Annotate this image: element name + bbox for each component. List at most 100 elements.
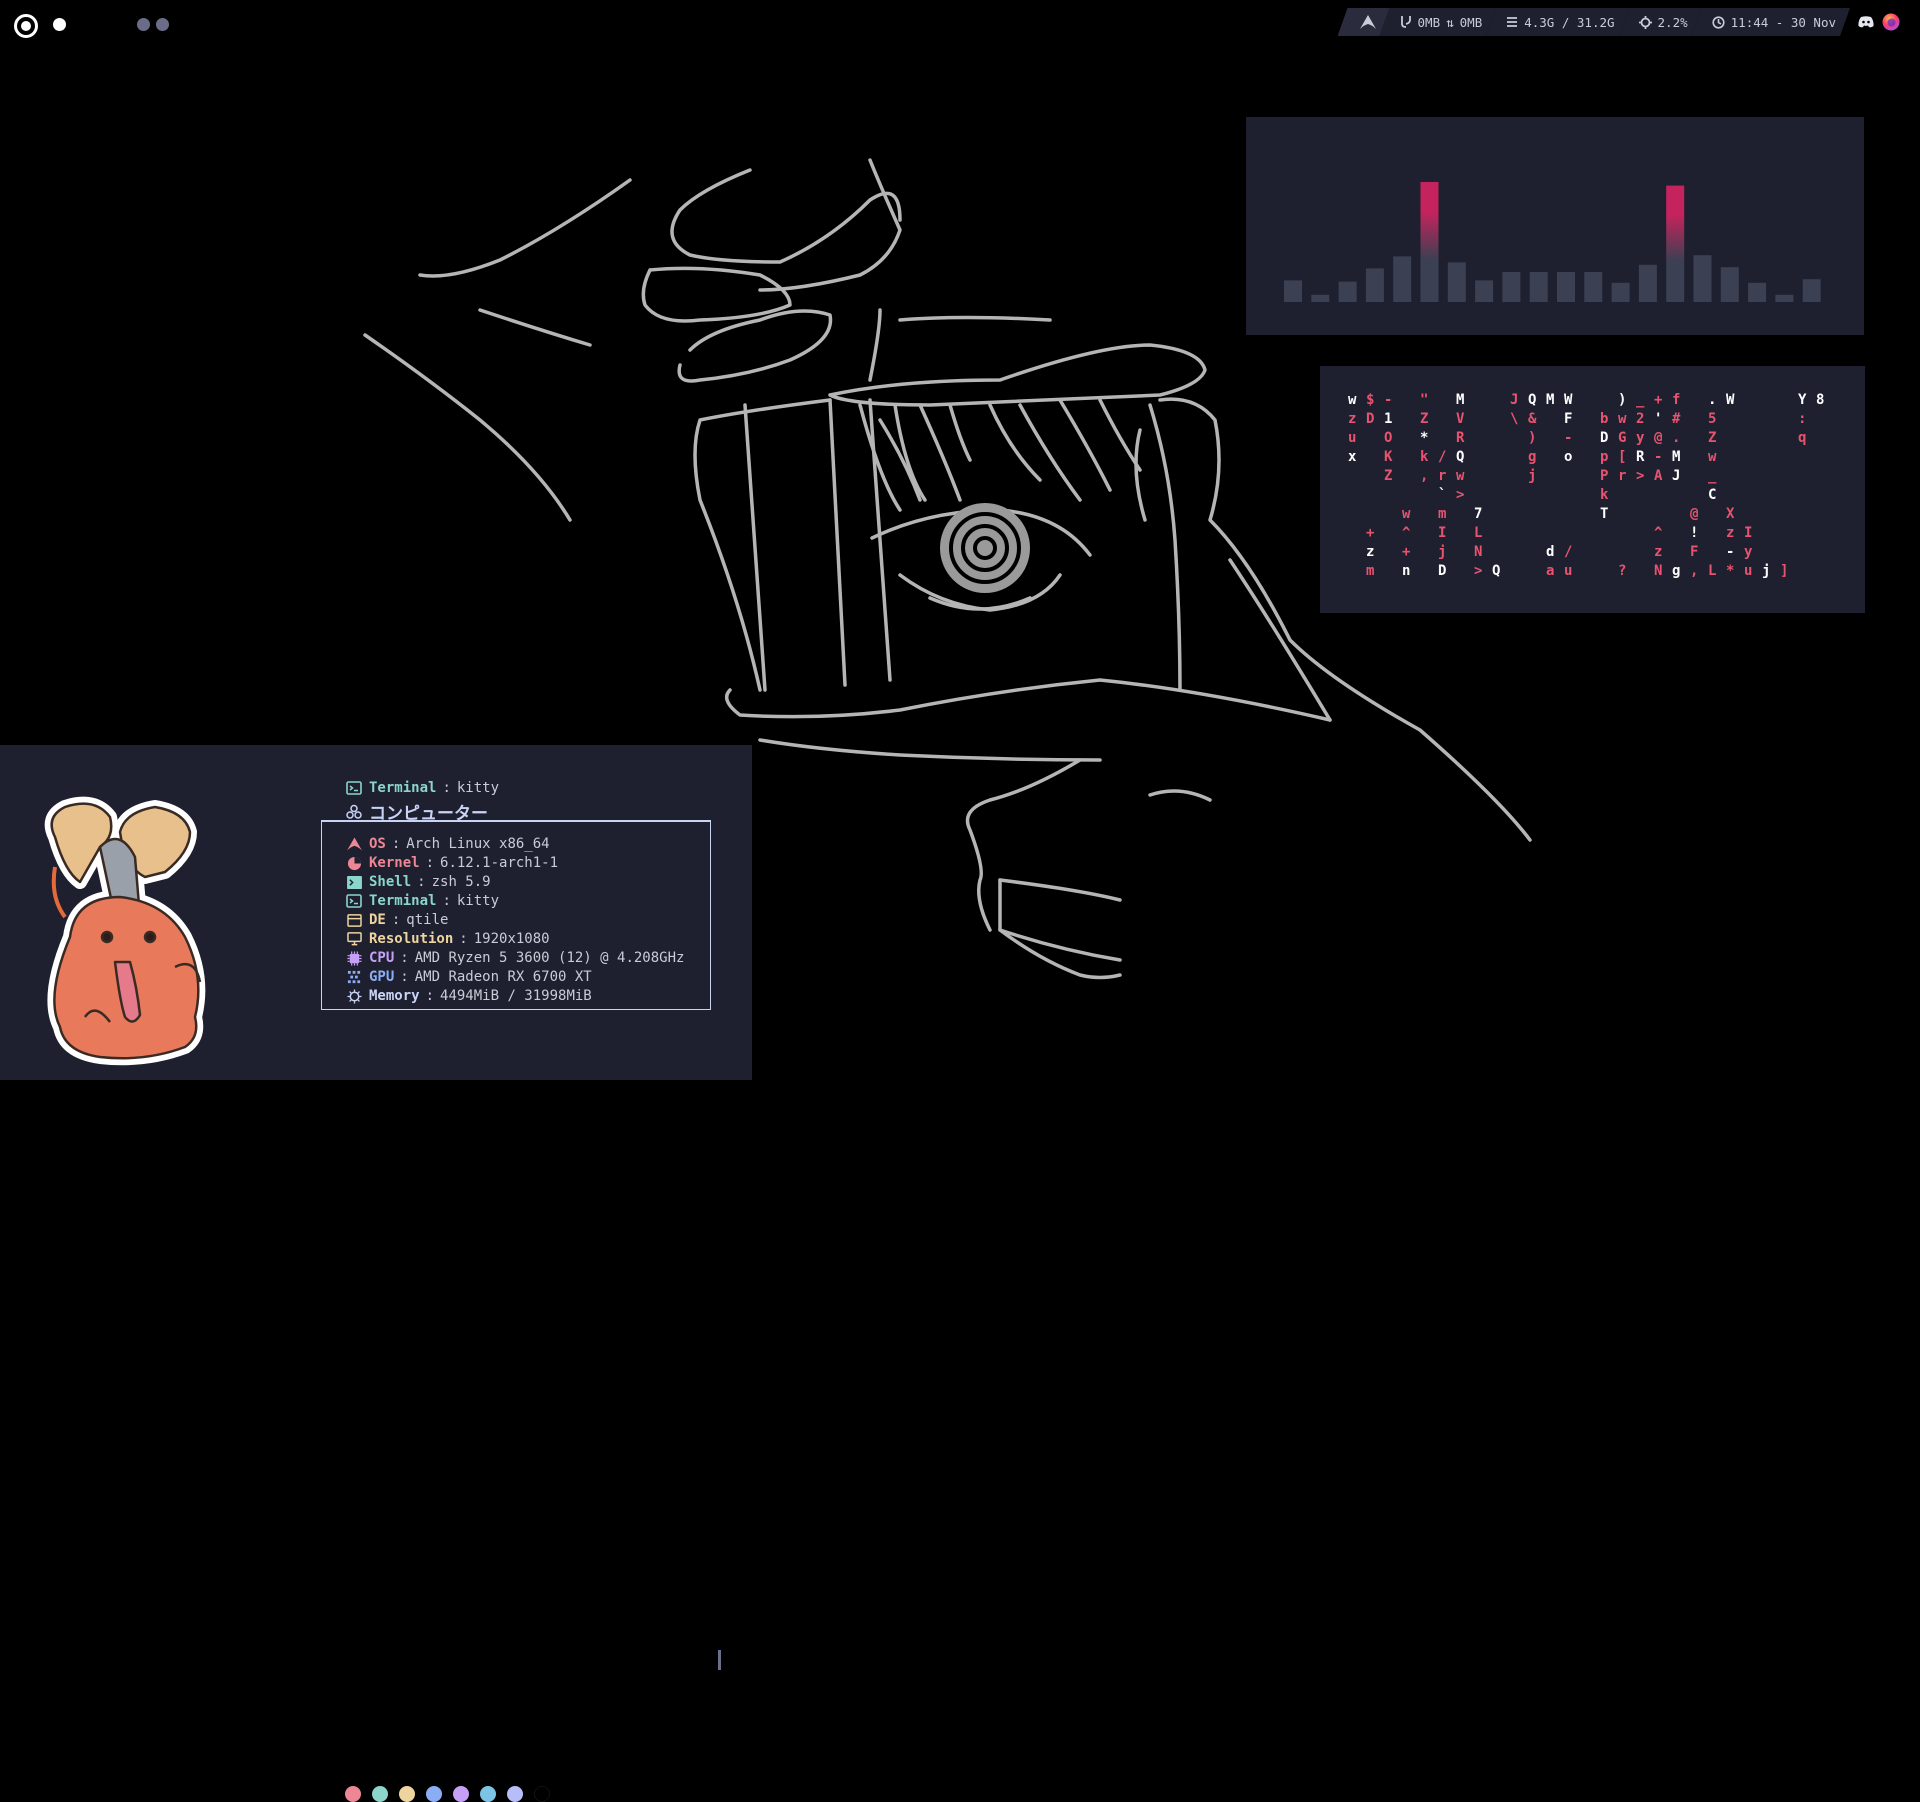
color-swatch: [399, 1786, 415, 1802]
network-icon: [1400, 15, 1412, 29]
matrix-char: ): [1528, 430, 1537, 446]
matrix-char: G: [1618, 430, 1627, 446]
matrix-char: ": [1420, 392, 1429, 408]
matrix-char: k: [1420, 449, 1429, 465]
clock-segment[interactable]: 11:44 - 30 Nov: [1692, 8, 1850, 36]
matrix-char: M: [1546, 392, 1555, 408]
matrix-char: p: [1600, 449, 1609, 465]
fetch-header-terminal: Terminal : kitty: [345, 780, 499, 796]
matrix-char: g: [1672, 563, 1681, 579]
visualizer-bar: [1311, 294, 1330, 302]
matrix-char: u: [1564, 563, 1573, 579]
matrix-char: g: [1528, 449, 1537, 465]
visualizer-bar: [1638, 264, 1657, 302]
matrix-char: O: [1384, 430, 1393, 446]
matrix-char: w: [1618, 411, 1627, 427]
matrix-char: +: [1654, 392, 1663, 408]
matrix-char: R: [1636, 449, 1645, 465]
matrix-char: 2: [1636, 411, 1645, 427]
matrix-char: n: [1402, 563, 1411, 579]
visualizer-bar: [1365, 268, 1384, 302]
matrix-char: w: [1348, 392, 1357, 408]
visualizer-bar: [1284, 280, 1302, 302]
matrix-char: k: [1600, 487, 1609, 503]
color-swatch: [507, 1786, 523, 1802]
visualizer-bar: [1611, 282, 1630, 302]
matrix-char: q: [1798, 430, 1807, 446]
matrix-char: 1: [1384, 411, 1393, 427]
terminal-icon: [345, 780, 363, 796]
workspace-dot[interactable]: [137, 18, 150, 31]
visualizer-bar: [1338, 281, 1357, 302]
network-segment[interactable]: 0MB ⇅ 0MB: [1380, 8, 1497, 36]
matrix-char: M: [1456, 392, 1465, 408]
visualizer-bar: [1775, 294, 1794, 302]
chainsaw-dog-mascot-image: [44, 796, 206, 1066]
clock-text: 11:44 - 30 Nov: [1730, 14, 1836, 30]
matrix-char: 5: [1708, 411, 1717, 427]
matrix-char: !: [1690, 525, 1699, 541]
matrix-char: W: [1564, 392, 1573, 408]
matrix-char: w: [1402, 506, 1411, 522]
matrix-char: _: [1708, 468, 1717, 484]
cpu-icon: [1639, 16, 1652, 29]
matrix-char: ]: [1780, 563, 1789, 579]
discord-icon[interactable]: [1858, 16, 1874, 28]
matrix-char: D: [1438, 563, 1447, 579]
fetch-info-box: [321, 820, 711, 1010]
matrix-rain-panel: w $ - " M J Q M W) _ + f. W Y 8 z D 1 Z V \ & Fb w 2 ' #5: u O * R) - D G…: [1320, 366, 1865, 613]
matrix-char: b: [1600, 411, 1609, 427]
matrix-char: P: [1600, 468, 1609, 484]
matrix-char: ,: [1690, 563, 1699, 579]
matrix-char: D: [1600, 430, 1609, 446]
fetch-key: Terminal: [369, 780, 437, 796]
cpu-segment[interactable]: 2.2%: [1619, 8, 1702, 36]
matrix-char: I: [1438, 525, 1447, 541]
firefox-icon[interactable]: [1882, 13, 1900, 31]
visualizer-bar: [1502, 272, 1521, 302]
memory-icon: [1506, 16, 1518, 28]
matrix-char: x: [1348, 449, 1357, 465]
arch-icon: [1360, 15, 1376, 29]
matrix-char: *: [1726, 563, 1735, 579]
visualizer-bar: [1529, 272, 1548, 302]
visualizer-bar: [1475, 280, 1494, 302]
memory-segment[interactable]: 4.3G / 31.2G: [1486, 8, 1628, 36]
clock-icon: [1712, 16, 1725, 29]
color-swatch: [345, 1786, 361, 1802]
matrix-char: >: [1636, 468, 1645, 484]
matrix-char: /: [1438, 449, 1447, 465]
matrix-char: r: [1438, 468, 1447, 484]
matrix-char: Z: [1384, 468, 1393, 484]
color-swatch: [480, 1786, 496, 1802]
matrix-char: m: [1366, 563, 1375, 579]
matrix-char: Y: [1798, 392, 1807, 408]
matrix-char: Q: [1456, 449, 1465, 465]
matrix-char: Q: [1492, 563, 1501, 579]
workspace-dot[interactable]: [156, 18, 169, 31]
color-palette: [345, 1786, 550, 1802]
matrix-char: j: [1438, 544, 1447, 560]
matrix-char: @: [1654, 430, 1663, 446]
matrix-char: f: [1672, 392, 1681, 408]
matrix-char: F: [1690, 544, 1699, 560]
matrix-char: R: [1456, 430, 1465, 446]
matrix-char: +: [1402, 544, 1411, 560]
visualizer-bar: [1802, 279, 1821, 302]
matrix-char: .: [1708, 392, 1717, 408]
matrix-char: z: [1654, 544, 1663, 560]
workspace-indicator: [14, 14, 169, 38]
matrix-char: [: [1618, 449, 1627, 465]
matrix-char: \: [1510, 411, 1519, 427]
hostname-icon: [345, 804, 363, 820]
workspace-dot-active[interactable]: [53, 18, 66, 31]
visualizer-bars: [1284, 182, 1821, 302]
matrix-char: ^: [1402, 525, 1411, 541]
matrix-char: ': [1654, 411, 1663, 427]
matrix-char: ^: [1654, 525, 1663, 541]
scrollbar-thumb[interactable]: [718, 1650, 721, 1670]
qtile-logo-icon[interactable]: [14, 14, 38, 38]
matrix-char: r: [1618, 468, 1627, 484]
matrix-char: $: [1366, 392, 1375, 408]
matrix-char: -: [1564, 430, 1573, 446]
